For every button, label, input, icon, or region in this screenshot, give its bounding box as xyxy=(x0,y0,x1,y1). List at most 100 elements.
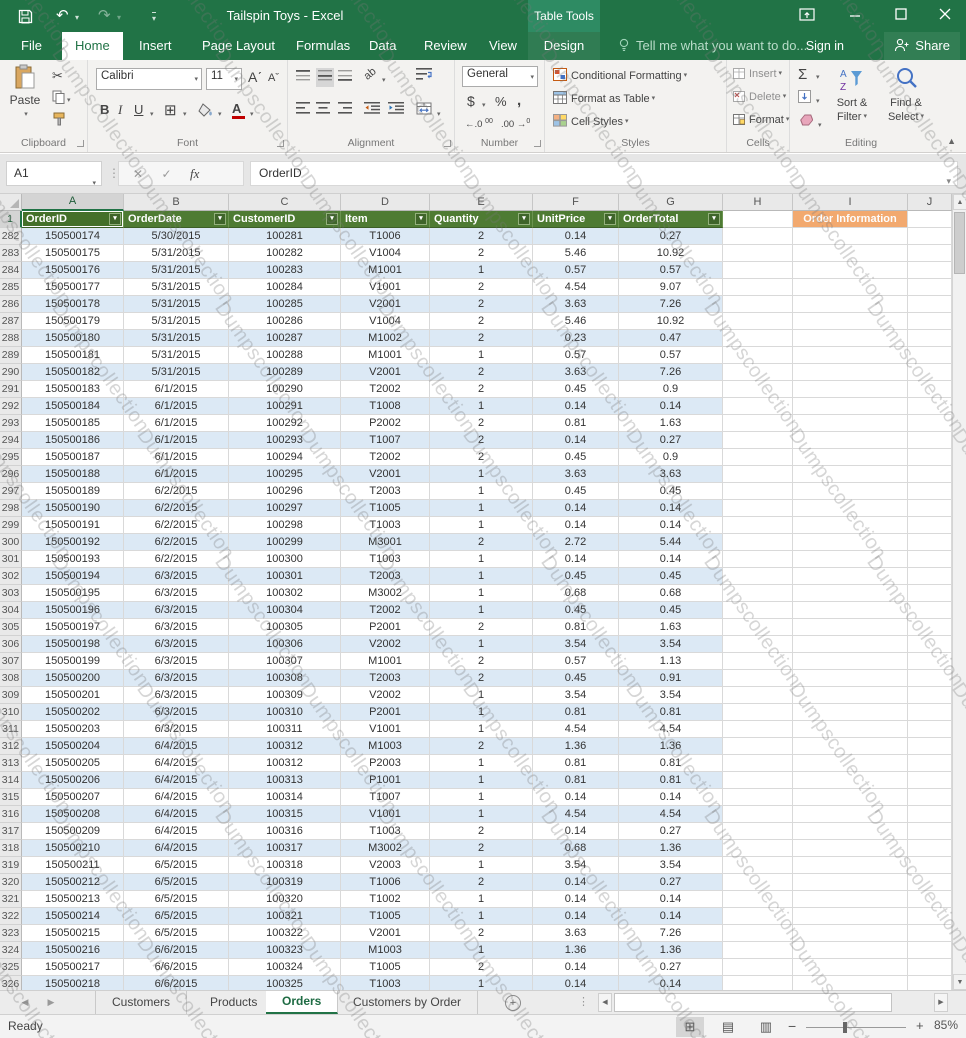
cell[interactable]: 6/3/2015 xyxy=(124,585,229,602)
cell[interactable]: 150500203 xyxy=(22,721,124,738)
cell[interactable]: V1001 xyxy=(341,279,430,296)
cell[interactable] xyxy=(908,823,952,840)
cell[interactable]: V2002 xyxy=(341,687,430,704)
cell[interactable]: 150500193 xyxy=(22,551,124,568)
cell[interactable]: 0.9 xyxy=(619,381,723,398)
ribbon-display-options-icon[interactable] xyxy=(790,4,824,28)
tab-view[interactable]: View xyxy=(476,32,530,60)
cell[interactable]: 10.92 xyxy=(619,313,723,330)
cell[interactable]: 1 xyxy=(430,517,533,534)
cell[interactable]: T2003 xyxy=(341,670,430,687)
cell[interactable]: 100300 xyxy=(229,551,341,568)
cell[interactable]: 1.63 xyxy=(619,415,723,432)
tab-overflow-icon[interactable]: ⋮ xyxy=(578,995,589,1008)
cell[interactable]: 0.14 xyxy=(619,789,723,806)
cell[interactable] xyxy=(908,551,952,568)
row-header-301[interactable]: 301 xyxy=(0,551,22,568)
filter-dropdown-icon[interactable]: ▾ xyxy=(326,213,338,225)
cell[interactable]: 0.45 xyxy=(619,602,723,619)
cell[interactable]: 2 xyxy=(430,959,533,976)
table-header-item[interactable]: Item ▾ xyxy=(341,211,430,228)
cell[interactable]: 1 xyxy=(430,483,533,500)
format-as-table-button[interactable]: Format as Table ▾ xyxy=(553,91,655,105)
cell[interactable]: V1004 xyxy=(341,313,430,330)
cell[interactable] xyxy=(908,789,952,806)
cell[interactable]: 3.54 xyxy=(619,687,723,704)
row-header-282[interactable]: 282 xyxy=(0,228,22,245)
cell[interactable]: 100323 xyxy=(229,942,341,959)
cell[interactable] xyxy=(723,789,793,806)
cell[interactable] xyxy=(723,517,793,534)
cell[interactable]: 0.45 xyxy=(533,381,619,398)
cell[interactable]: 150500199 xyxy=(22,653,124,670)
cell[interactable] xyxy=(723,262,793,279)
cell[interactable]: 150500215 xyxy=(22,925,124,942)
cell[interactable]: 0.81 xyxy=(533,755,619,772)
row-header-319[interactable]: 319 xyxy=(0,857,22,874)
cell[interactable]: 0.14 xyxy=(533,891,619,908)
cell[interactable] xyxy=(908,874,952,891)
cell[interactable]: 1 xyxy=(430,500,533,517)
cell[interactable] xyxy=(908,857,952,874)
conditional-formatting-button[interactable]: Conditional Formatting ▾ xyxy=(553,68,687,82)
cell[interactable]: M3001 xyxy=(341,534,430,551)
cell[interactable]: 0.27 xyxy=(619,228,723,245)
scroll-down-icon[interactable]: ▼ xyxy=(953,974,966,990)
cell[interactable] xyxy=(723,432,793,449)
cell[interactable] xyxy=(723,670,793,687)
cell[interactable] xyxy=(908,330,952,347)
filter-dropdown-icon[interactable]: ▾ xyxy=(109,213,121,225)
cell[interactable] xyxy=(793,364,908,381)
font-color-icon[interactable]: A xyxy=(232,101,245,119)
cell[interactable]: 150500216 xyxy=(22,942,124,959)
table-header-ordertotal[interactable]: OrderTotal ▾ xyxy=(619,211,723,228)
cell[interactable]: 0.45 xyxy=(533,670,619,687)
cell[interactable] xyxy=(723,857,793,874)
cell[interactable] xyxy=(793,959,908,976)
cell[interactable] xyxy=(793,415,908,432)
cell[interactable]: 150500184 xyxy=(22,398,124,415)
cell[interactable]: 5.44 xyxy=(619,534,723,551)
cell[interactable]: 10.92 xyxy=(619,245,723,262)
close-icon[interactable] xyxy=(928,4,962,28)
cell[interactable]: 100302 xyxy=(229,585,341,602)
table-header-orderid[interactable]: OrderID ▾ xyxy=(22,211,124,228)
cell[interactable]: 0.14 xyxy=(619,976,723,990)
save-icon[interactable] xyxy=(18,6,33,26)
cell[interactable] xyxy=(908,517,952,534)
cell[interactable]: 150500186 xyxy=(22,432,124,449)
cell[interactable] xyxy=(793,585,908,602)
alignment-dialog-launcher[interactable] xyxy=(444,140,451,147)
cell[interactable]: 100309 xyxy=(229,687,341,704)
cell[interactable] xyxy=(908,602,952,619)
cell[interactable]: 1 xyxy=(430,551,533,568)
cell[interactable] xyxy=(908,687,952,704)
cell[interactable]: M3002 xyxy=(341,585,430,602)
clipboard-dialog-launcher[interactable] xyxy=(77,140,84,147)
cell[interactable]: 0.91 xyxy=(619,670,723,687)
row-header-288[interactable]: 288 xyxy=(0,330,22,347)
cell[interactable]: 0.14 xyxy=(619,517,723,534)
cell[interactable] xyxy=(908,313,952,330)
decrease-indent-icon[interactable] xyxy=(364,102,380,117)
cell[interactable] xyxy=(723,687,793,704)
cell[interactable]: 1 xyxy=(430,857,533,874)
cell[interactable] xyxy=(908,398,952,415)
cell[interactable] xyxy=(723,279,793,296)
cell[interactable]: 100283 xyxy=(229,262,341,279)
cell[interactable]: 2 xyxy=(430,670,533,687)
column-header-G[interactable]: G xyxy=(619,194,723,211)
cell[interactable] xyxy=(793,534,908,551)
sheet-tab-orders[interactable]: Orders xyxy=(266,991,339,1014)
cell[interactable] xyxy=(908,245,952,262)
merge-center-icon[interactable] xyxy=(416,102,432,118)
cell[interactable] xyxy=(793,619,908,636)
number-format-select[interactable]: General ▾ xyxy=(462,66,538,87)
formula-input[interactable]: OrderID ▾ xyxy=(250,161,958,186)
column-header-H[interactable]: H xyxy=(723,194,793,211)
cell[interactable]: 3.63 xyxy=(533,296,619,313)
cell[interactable] xyxy=(908,670,952,687)
cell[interactable] xyxy=(793,721,908,738)
clear-icon[interactable] xyxy=(798,114,814,129)
cell[interactable]: 6/2/2015 xyxy=(124,483,229,500)
